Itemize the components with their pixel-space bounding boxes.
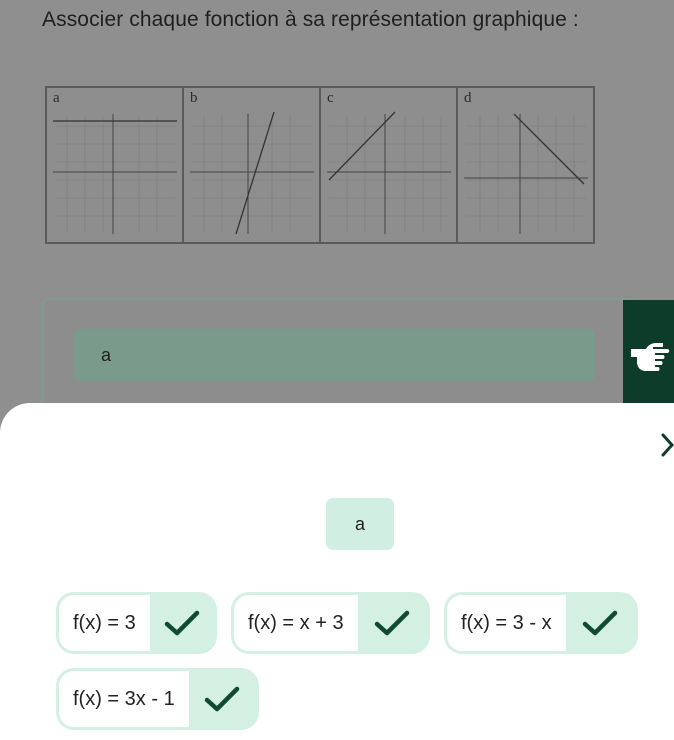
- graph-letter: a: [53, 90, 60, 106]
- answer-chip[interactable]: a: [73, 329, 595, 381]
- graph-letter: c: [327, 90, 334, 106]
- option-label: f(x) = x + 3: [234, 595, 358, 651]
- pointing-hand-icon: [631, 343, 670, 371]
- graph-cell-d: d: [458, 88, 593, 242]
- option-label: f(x) = 3: [59, 595, 150, 651]
- option-label: f(x) = 3 - x: [447, 595, 566, 651]
- graph-c-plot: [327, 111, 451, 234]
- option-f-x-plus-3[interactable]: f(x) = x + 3: [231, 592, 430, 654]
- graph-cell-a: a: [47, 88, 184, 242]
- selected-graph-chip[interactable]: a: [326, 498, 394, 550]
- option-label: f(x) = 3x - 1: [59, 671, 189, 727]
- check-icon: [566, 595, 635, 651]
- graph-cell-b: b: [184, 88, 321, 242]
- option-f-3[interactable]: f(x) = 3: [56, 592, 217, 654]
- graph-cell-c: c: [321, 88, 458, 242]
- check-icon: [358, 595, 427, 651]
- graph-a-plot: [53, 114, 177, 234]
- graph-letter: d: [464, 90, 472, 106]
- chevron-right-icon[interactable]: [660, 432, 674, 458]
- graph-d-plot: [464, 113, 588, 234]
- option-f-3x-minus-1[interactable]: f(x) = 3x - 1: [56, 668, 259, 730]
- check-icon: [189, 671, 256, 727]
- graph-table: a b c d: [45, 86, 595, 244]
- graph-b-plot: [190, 111, 314, 235]
- check-icon: [150, 595, 214, 651]
- option-f-3-minus-x[interactable]: f(x) = 3 - x: [444, 592, 638, 654]
- question-text: Associer chaque fonction à sa représenta…: [42, 8, 579, 31]
- hint-tab[interactable]: [623, 300, 674, 406]
- graph-letter: b: [190, 90, 198, 106]
